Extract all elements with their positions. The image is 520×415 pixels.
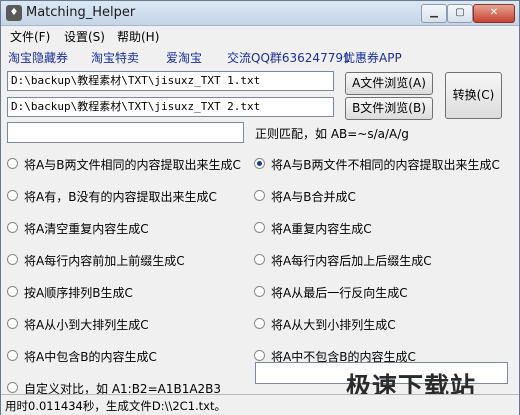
radio-button[interactable] <box>7 286 18 297</box>
link-taobao-sale[interactable]: 淘宝特卖 <box>91 49 139 66</box>
link-coupon-app[interactable]: 优惠券APP <box>343 49 402 66</box>
radio-button[interactable] <box>7 158 18 169</box>
option-label: 将A重复内容生成C <box>271 222 372 236</box>
file-a-path-input[interactable]: D:\backup\教程素材\TXT\jisuxz_TXT 1.txt <box>7 71 334 91</box>
option-label: 将A中包含B的内容生成C <box>24 350 157 364</box>
link-bar: 淘宝隐藏券 淘宝特卖 爱淘宝 交流QQ群636247791 优惠券APP <box>1 46 519 68</box>
link-taobao-coupon[interactable]: 淘宝隐藏券 <box>8 49 68 66</box>
option-label: 按A顺序排列B生成C <box>24 286 133 300</box>
browse-a-button[interactable]: A文件浏览(A) <box>345 72 433 95</box>
radio-button[interactable] <box>254 318 265 329</box>
file-b-path-input[interactable]: D:\backup\教程素材\TXT\jisuxz_TXT 2.txt <box>7 97 334 117</box>
option-label: 将A从大到小排列生成C <box>271 318 396 332</box>
radio-button[interactable] <box>254 286 265 297</box>
radio-button-selected[interactable] <box>254 158 265 169</box>
link-qq-group[interactable]: 交流QQ群636247791 <box>227 49 351 66</box>
option-label: 将A与B两文件相同的内容提取出来生成C <box>24 158 241 172</box>
radio-button[interactable] <box>254 350 265 361</box>
browse-b-button[interactable]: B文件浏览(B) <box>345 97 433 120</box>
radio-button[interactable] <box>7 222 18 233</box>
window-title: Matching_Helper <box>26 5 136 20</box>
radio-button[interactable] <box>254 254 265 265</box>
radio-button[interactable] <box>7 190 18 201</box>
option-label: 将A与B两文件不相同的内容提取出来生成C <box>271 158 500 172</box>
app-icon: ♦ <box>6 5 22 21</box>
radio-button[interactable] <box>7 254 18 265</box>
convert-button[interactable]: 转换(C) <box>445 72 502 119</box>
option-label: 将A清空重复内容生成C <box>24 222 149 236</box>
radio-button[interactable] <box>254 222 265 233</box>
radio-button[interactable] <box>7 350 18 361</box>
link-ai-taobao[interactable]: 爱淘宝 <box>166 49 202 66</box>
option-label: 将A每行内容后加上后缀生成C <box>271 254 432 268</box>
radio-button[interactable] <box>7 382 18 393</box>
title-bar: ♦ Matching_Helper ▁ ▢ ✕ <box>1 1 519 26</box>
menu-settings[interactable]: 设置(S) <box>64 28 105 45</box>
regex-hint: 正则匹配，如 AB=~s/a/A/g <box>255 127 409 141</box>
minimize-button[interactable]: ▁ <box>421 4 447 23</box>
close-button[interactable]: ✕ <box>473 4 515 23</box>
option-label: 将A从最后一行反向生成C <box>271 286 408 300</box>
status-text: 用时0.011434秒，生成文件D:\\2C1.txt。 <box>5 399 226 413</box>
radio-button[interactable] <box>254 190 265 201</box>
option-label: 将A有，B没有的内容提取出来生成C <box>24 190 217 204</box>
maximize-button[interactable]: ▢ <box>447 4 473 23</box>
menu-help[interactable]: 帮助(H) <box>117 28 159 45</box>
app-window: ♦ Matching_Helper ▁ ▢ ✕ 文件(F) 设置(S) 帮助(H… <box>0 0 520 415</box>
option-label: 将A与B合并成C <box>271 190 356 204</box>
status-bar: 用时0.011434秒，生成文件D:\\2C1.txt。 <box>1 394 519 415</box>
menu-bar: 文件(F) 设置(S) 帮助(H) <box>1 26 519 45</box>
radio-button[interactable] <box>7 318 18 329</box>
option-label: 将A每行内容前加上前缀生成C <box>24 254 185 268</box>
menu-file[interactable]: 文件(F) <box>10 28 50 45</box>
option-label: 将A从小到大排列生成C <box>24 318 149 332</box>
regex-input[interactable] <box>7 122 244 143</box>
